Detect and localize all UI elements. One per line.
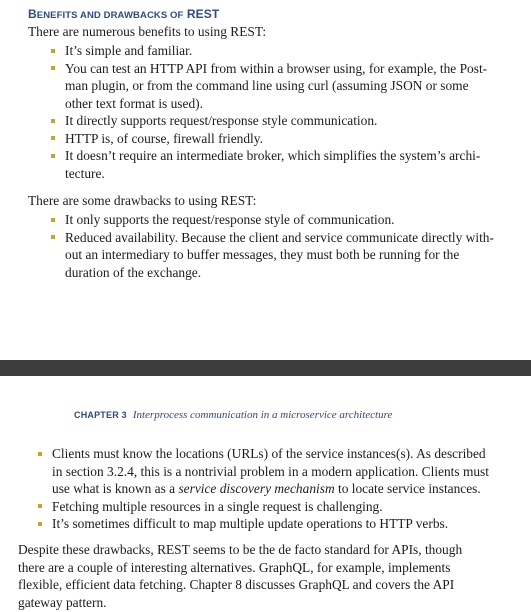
drawbacks-list: It only supports the request/response st… <box>50 211 494 281</box>
drawbacks-intro: There are some drawbacks to using REST: <box>28 193 257 208</box>
list-item: HTTP is, of course, firewall friendly. <box>50 130 487 148</box>
list-item-line: HTTP is, of course, firewall friendly. <box>65 130 263 146</box>
running-header: CHAPTER 3 Interprocess communication in a… <box>74 409 392 421</box>
emphasis-term: service discovery mechanism <box>178 481 335 496</box>
bullet-icon <box>51 66 55 70</box>
list-item-line: Fetching multiple resources in a single … <box>52 498 383 514</box>
rest-drawbacks-continued-list: Clients must know the locations (URLs) o… <box>37 445 489 533</box>
bullet-icon <box>51 118 55 123</box>
list-item: You can test an HTTP API from within a b… <box>50 60 487 113</box>
list-item-line: It only supports the request/response st… <box>65 212 395 227</box>
paragraph-line: flexible, efficient data fetching. Chapt… <box>18 577 455 592</box>
list-item-line: Reduced availability. Because the client… <box>65 229 494 245</box>
bullet-icon <box>51 235 55 239</box>
bullet-icon <box>38 504 42 508</box>
list-item-line: Clients must know the locations (URLs) o… <box>52 446 486 461</box>
paragraph-line: gateway pattern. <box>18 594 107 610</box>
list-item-text: to locate service instances. <box>334 481 481 496</box>
list-item-line: tecture. <box>65 165 105 181</box>
bullet-icon <box>38 521 42 526</box>
chapter-title: Interprocess communication in a microser… <box>132 409 393 421</box>
list-item-line: It’s simple and familiar. <box>65 43 193 58</box>
list-item-line: other text format is used). <box>65 95 203 111</box>
benefits-intro: There are numerous benefits to using RES… <box>28 24 267 39</box>
list-item: Reduced availability. Because the client… <box>50 229 494 282</box>
chapter-label: CHAPTER 3 <box>74 410 127 420</box>
list-item-line: out an intermediary to buffer messages, … <box>65 247 460 262</box>
list-item: It only supports the request/response st… <box>50 211 494 229</box>
bullet-icon <box>51 217 55 222</box>
list-item-line: in section 3.2.4, this is a nontrivial p… <box>52 463 489 479</box>
list-item-line: man plugin, or from the command line usi… <box>65 78 469 93</box>
sidebar-heading: BENEFITS AND DRAWBACKS OF REST <box>28 7 219 21</box>
benefits-list: It’s simple and familiar. You can test a… <box>50 42 487 182</box>
bullet-icon <box>51 136 55 140</box>
list-item: It’s simple and familiar. <box>50 42 487 60</box>
page-separator <box>0 360 531 376</box>
list-item: It’s sometimes difficult to map multiple… <box>37 515 489 533</box>
list-item-line: duration of the exchange. <box>65 264 202 280</box>
sidebar-heading-rest: ENEFITS AND DRAWBACKS OF <box>36 10 184 21</box>
paragraph-line: Despite these drawbacks, REST seems to b… <box>18 542 463 557</box>
list-item-text: use what is known as a <box>52 481 179 496</box>
list-item-line: It directly supports request/response st… <box>65 113 378 128</box>
list-item-line: It’s sometimes difficult to map multiple… <box>52 516 449 531</box>
list-item: Fetching multiple resources in a single … <box>37 498 489 516</box>
bullet-icon <box>38 451 42 456</box>
list-item: It directly supports request/response st… <box>50 112 487 130</box>
sidebar-heading-rest-word: REST <box>186 7 220 21</box>
list-item-line: use what is known as a service discovery… <box>52 480 489 498</box>
list-item-line: It doesn’t require an intermediate broke… <box>65 148 481 163</box>
list-item: It doesn’t require an intermediate broke… <box>50 147 487 182</box>
closing-paragraph: Despite these drawbacks, REST seems to b… <box>18 541 462 611</box>
sidebar-heading-initial: B <box>28 7 37 21</box>
list-item-line: You can test an HTTP API from within a b… <box>65 60 488 76</box>
paragraph-line: there are a couple of interesting altern… <box>18 559 451 575</box>
bullet-icon <box>51 48 55 53</box>
list-item: Clients must know the locations (URLs) o… <box>37 445 489 498</box>
bullet-icon <box>51 153 55 158</box>
